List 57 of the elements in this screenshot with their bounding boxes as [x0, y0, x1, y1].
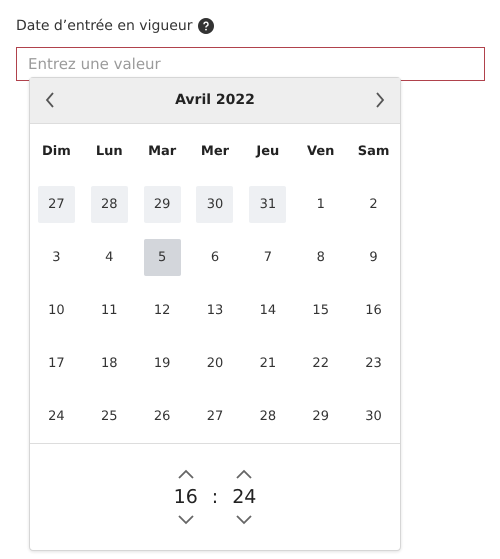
hour-up-button[interactable]	[176, 468, 195, 480]
hour-down-button[interactable]	[176, 514, 195, 526]
hour-value: 16	[174, 486, 198, 508]
day-button[interactable]: 8	[302, 238, 340, 276]
day-button[interactable]: 4	[90, 238, 128, 276]
day-button[interactable]: 25	[90, 398, 128, 435]
day-button[interactable]: 27	[196, 398, 234, 435]
day-button[interactable]: 29	[302, 398, 340, 435]
month-title: Avril 2022	[175, 92, 255, 108]
chevron-up-icon	[176, 468, 195, 480]
weekday-label: Mar	[147, 142, 178, 161]
date-input-field[interactable]: Entrez une valeur	[16, 47, 485, 81]
weekday-label: Mer	[200, 142, 230, 161]
day-button[interactable]: 19	[144, 344, 181, 382]
time-separator: :	[212, 486, 218, 508]
day-button[interactable]: 17	[38, 344, 75, 382]
day-button[interactable]: 18	[90, 344, 128, 382]
weekday-label: Ven	[306, 142, 336, 161]
day-button[interactable]: 7	[249, 238, 286, 276]
day-button[interactable]: 15	[302, 292, 340, 329]
day-button[interactable]: 3	[38, 238, 75, 276]
day-button[interactable]: 30	[196, 186, 234, 223]
day-button[interactable]: 14	[249, 292, 286, 329]
chevron-down-icon	[176, 514, 195, 526]
day-button[interactable]: 20	[196, 344, 234, 382]
day-button[interactable]: 5	[144, 238, 181, 276]
weekday-label: Dim	[41, 142, 72, 161]
help-icon[interactable]	[198, 18, 214, 34]
day-button[interactable]: 12	[144, 292, 181, 329]
day-button[interactable]: 28	[249, 398, 286, 435]
day-button[interactable]: 27	[38, 186, 75, 223]
weekday-label: Jeu	[254, 142, 280, 161]
day-button[interactable]: 30	[355, 398, 392, 435]
minute-down-button[interactable]	[235, 514, 254, 526]
day-button[interactable]: 13	[196, 292, 234, 329]
field-label: Date d’entrée en vigueur	[16, 18, 192, 34]
day-button[interactable]: 31	[249, 186, 286, 223]
chevron-down-icon	[235, 514, 254, 526]
day-button[interactable]: 29	[144, 186, 181, 223]
minute-up-button[interactable]	[235, 468, 254, 480]
day-button[interactable]: 16	[355, 292, 392, 329]
day-button[interactable]: 21	[249, 344, 286, 382]
chevron-up-icon	[235, 468, 254, 480]
day-button[interactable]: 10	[38, 292, 75, 329]
day-button[interactable]: 11	[90, 292, 128, 329]
day-button[interactable]: 26	[144, 398, 181, 435]
day-button[interactable]: 9	[355, 238, 392, 276]
day-button[interactable]: 6	[196, 238, 234, 276]
weekday-label: Lun	[94, 142, 124, 161]
minute-value: 24	[232, 486, 256, 508]
day-button[interactable]: 2	[355, 186, 392, 223]
day-button[interactable]: 28	[90, 186, 128, 223]
day-button[interactable]: 22	[302, 344, 340, 382]
weekday-label: Sam	[356, 142, 390, 161]
day-button[interactable]: 23	[355, 344, 392, 382]
day-button[interactable]: 24	[38, 398, 75, 435]
day-button[interactable]: 1	[302, 186, 340, 223]
